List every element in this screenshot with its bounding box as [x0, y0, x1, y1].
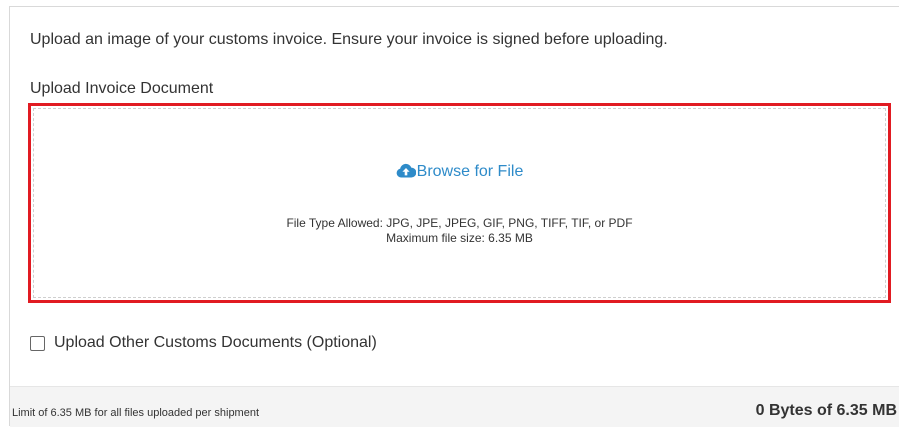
- allowed-file-types: File Type Allowed: JPG, JPE, JPEG, GIF, …: [286, 216, 633, 230]
- upload-instructions: Upload an image of your customs invoice.…: [30, 31, 668, 48]
- invoice-dropzone[interactable]: Browse for File File Type Allowed: JPG, …: [28, 103, 891, 303]
- upload-limit-text: Limit of 6.35 MB for all files uploaded …: [12, 407, 260, 419]
- invoice-section-label: Upload Invoice Document: [30, 80, 214, 97]
- cloud-upload-icon: [396, 163, 416, 178]
- file-requirements: File Type Allowed: JPG, JPE, JPEG, GIF, …: [31, 216, 888, 246]
- other-documents-checkbox[interactable]: [30, 335, 45, 351]
- max-file-size: Maximum file size: 6.35 MB: [386, 231, 533, 245]
- upload-footer: Limit of 6.35 MB for all files uploaded …: [10, 386, 899, 427]
- upload-panel: Upload an image of your customs invoice.…: [9, 6, 899, 427]
- upload-usage-total: 0 Bytes of 6.35 MB: [755, 402, 897, 419]
- dropzone-dashed-border: [33, 108, 886, 298]
- other-documents-label[interactable]: Upload Other Customs Documents (Optional…: [54, 334, 377, 352]
- browse-for-file-label[interactable]: Browse for File: [417, 163, 524, 180]
- other-documents-option[interactable]: Upload Other Customs Documents (Optional…: [30, 334, 377, 352]
- browse-for-file-button[interactable]: Browse for File: [31, 163, 888, 181]
